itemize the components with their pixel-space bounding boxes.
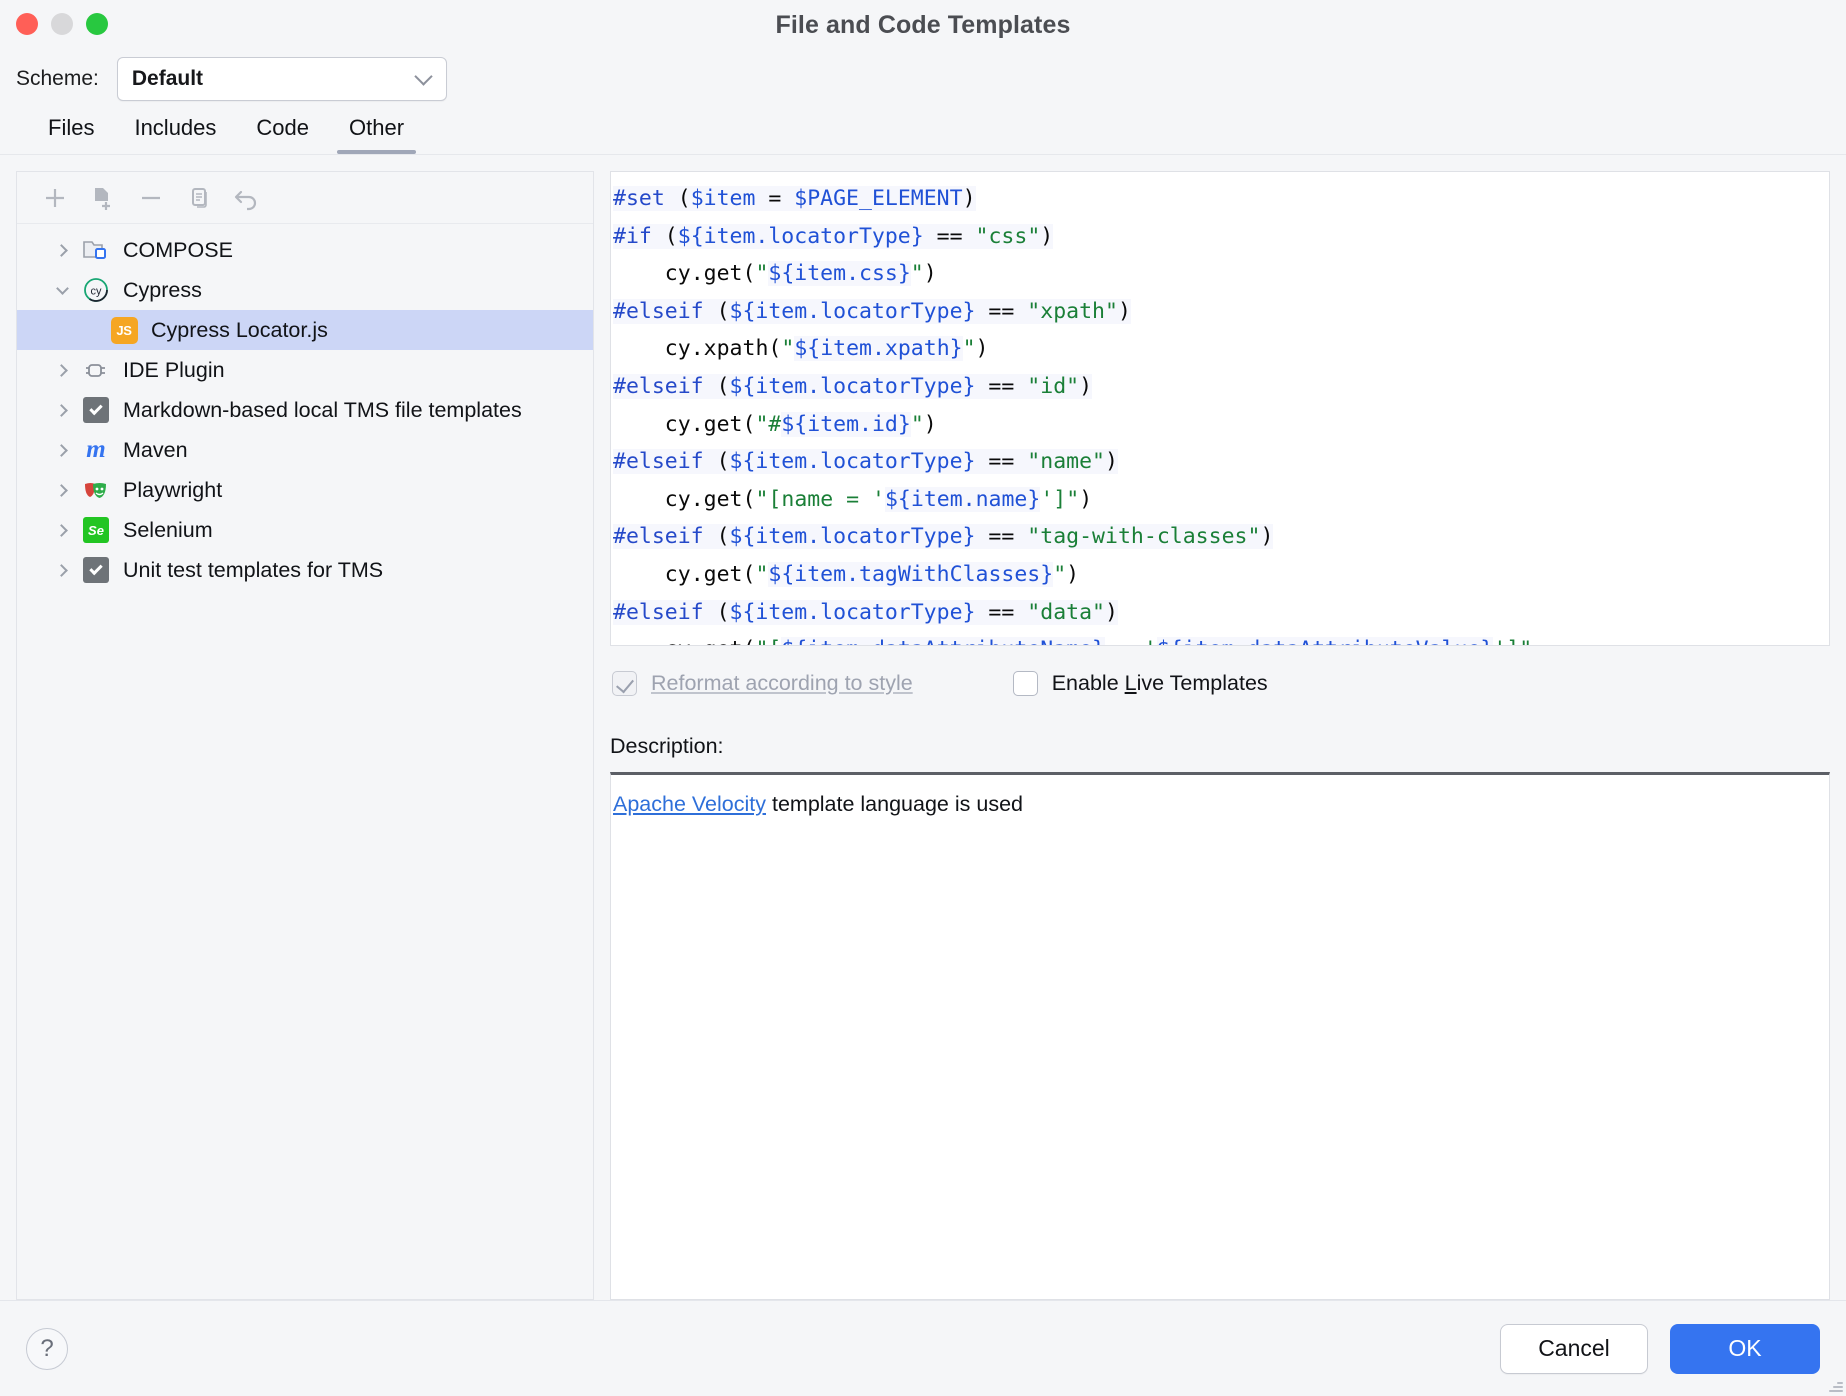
tree-toolbar (17, 172, 593, 224)
editor-options-row: Reformat according to style Enable Live … (610, 646, 1830, 720)
tab-includes[interactable]: Includes (114, 115, 236, 154)
playwright-masks-icon (81, 476, 111, 504)
add-button[interactable] (31, 177, 79, 219)
selenium-icon: Se (81, 516, 111, 544)
plus-icon (42, 185, 68, 211)
description-box[interactable]: Apache Velocity template language is use… (610, 772, 1830, 1300)
templates-tree-panel: COMPOSE cy Cypress JS (16, 171, 594, 1300)
new-file-icon (90, 185, 116, 211)
tree-item-label: Playwright (123, 478, 222, 503)
description-label: Description: (610, 720, 1830, 772)
folder-compose-icon (81, 236, 111, 264)
reset-button[interactable] (223, 177, 271, 219)
markdown-check-icon (81, 556, 111, 584)
scheme-label: Scheme: (16, 67, 99, 91)
js-file-icon: JS (109, 316, 139, 344)
footer-actions: Cancel OK (1500, 1324, 1820, 1374)
close-button[interactable] (16, 13, 38, 35)
tree-item-ide-plugin[interactable]: IDE Plugin (17, 350, 593, 390)
chevron-right-icon[interactable] (51, 566, 73, 575)
tab-other[interactable]: Other (329, 115, 424, 154)
undo-icon (233, 185, 261, 211)
zoom-button[interactable] (86, 13, 108, 35)
scheme-selected-value: Default (132, 67, 203, 91)
tab-code[interactable]: Code (236, 115, 329, 154)
minus-icon (138, 185, 164, 211)
svg-text:cy: cy (91, 286, 103, 298)
template-code-editor[interactable]: #set ($item = $PAGE_ELEMENT) #if (${item… (610, 171, 1830, 646)
tree-item-label: Markdown-based local TMS file templates (123, 398, 522, 423)
tree-item-cypress[interactable]: cy Cypress (17, 270, 593, 310)
tree-item-compose[interactable]: COMPOSE (17, 230, 593, 270)
template-editor-panel: #set ($item = $PAGE_ELEMENT) #if (${item… (610, 171, 1830, 1300)
tree-item-label: Selenium (123, 518, 213, 543)
description-rest: template language is used (766, 792, 1023, 816)
titlebar: File and Code Templates (0, 0, 1846, 50)
checkbox-box[interactable] (1013, 671, 1038, 696)
tree-item-cypress-locator-js[interactable]: JS Cypress Locator.js (17, 310, 593, 350)
reformat-label: Reformat according to style (651, 671, 913, 696)
dialog-body: COMPOSE cy Cypress JS (0, 155, 1846, 1300)
templates-tree[interactable]: COMPOSE cy Cypress JS (17, 224, 593, 1299)
plugin-icon (81, 356, 111, 384)
chevron-right-icon[interactable] (51, 486, 73, 495)
file-and-code-templates-dialog: File and Code Templates Scheme: Default … (0, 0, 1846, 1396)
tree-item-label: Maven (123, 438, 188, 463)
dialog-footer: ? Cancel OK (0, 1300, 1846, 1396)
remove-button[interactable] (127, 177, 175, 219)
tree-item-maven[interactable]: m Maven (17, 430, 593, 470)
chevron-right-icon[interactable] (51, 406, 73, 415)
create-from-file-button[interactable] (79, 177, 127, 219)
tree-item-unit-test-templates-tms[interactable]: Unit test templates for TMS (17, 550, 593, 590)
window-title: File and Code Templates (0, 11, 1846, 40)
checkbox-box (612, 671, 637, 696)
chevron-right-icon[interactable] (51, 366, 73, 375)
chevron-right-icon[interactable] (51, 446, 73, 455)
enable-live-templates-checkbox[interactable]: Enable Live Templates (1013, 671, 1268, 696)
chevron-down-icon (414, 67, 432, 85)
tree-item-label: Cypress (123, 278, 202, 303)
copy-icon (186, 185, 212, 211)
scheme-row: Scheme: Default (0, 50, 1846, 107)
chevron-right-icon[interactable] (51, 246, 73, 255)
tree-item-markdown-tms-templates[interactable]: Markdown-based local TMS file templates (17, 390, 593, 430)
description-text: Apache Velocity template language is use… (613, 789, 1827, 819)
maven-icon: m (81, 436, 111, 464)
scheme-dropdown[interactable]: Default (117, 57, 447, 101)
tab-files[interactable]: Files (28, 115, 114, 154)
tree-item-label: COMPOSE (123, 238, 233, 263)
markdown-check-icon (81, 396, 111, 424)
resize-grip[interactable] (1827, 1377, 1843, 1393)
cypress-icon: cy (81, 276, 111, 304)
tree-item-playwright[interactable]: Playwright (17, 470, 593, 510)
template-source[interactable]: #set ($item = $PAGE_ELEMENT) #if (${item… (611, 180, 1829, 646)
tree-item-label: IDE Plugin (123, 358, 225, 383)
apache-velocity-link[interactable]: Apache Velocity (613, 792, 766, 816)
copy-button[interactable] (175, 177, 223, 219)
help-button[interactable]: ? (26, 1328, 68, 1370)
reformat-according-to-style-checkbox: Reformat according to style (612, 671, 913, 696)
chevron-down-icon[interactable] (51, 288, 73, 293)
chevron-right-icon[interactable] (51, 526, 73, 535)
tree-item-selenium[interactable]: Se Selenium (17, 510, 593, 550)
tree-item-label: Cypress Locator.js (151, 318, 328, 343)
minimize-button[interactable] (51, 13, 73, 35)
live-templates-label: Enable Live Templates (1052, 671, 1268, 696)
tab-bar: Files Includes Code Other (0, 107, 1846, 155)
window-controls (16, 13, 108, 35)
cancel-button[interactable]: Cancel (1500, 1324, 1648, 1374)
tree-item-label: Unit test templates for TMS (123, 558, 383, 583)
ok-button[interactable]: OK (1670, 1324, 1820, 1374)
